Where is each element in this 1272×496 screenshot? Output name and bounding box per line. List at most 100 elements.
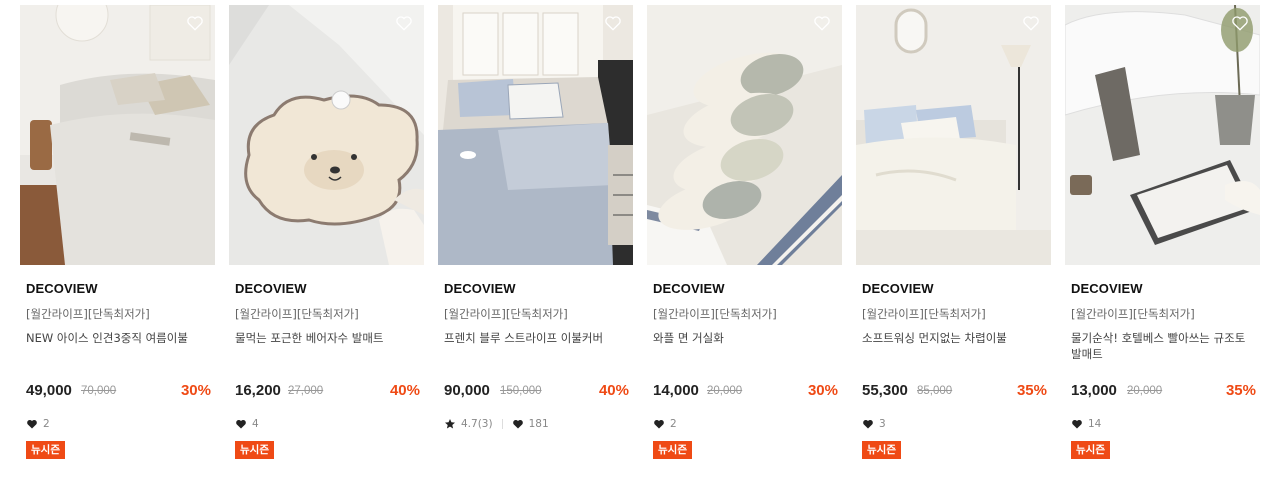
heart-icon: [235, 418, 247, 430]
product-image[interactable]: [229, 5, 424, 265]
discount-rate: 40%: [389, 382, 420, 399]
sale-price: 13,000: [1071, 382, 1117, 399]
discount-rate: 40%: [598, 382, 629, 399]
heart-outline-icon[interactable]: [603, 13, 623, 33]
price-row: 16,200 27,000 40%: [235, 382, 420, 402]
rating-value: 4.7(3): [461, 418, 493, 430]
rating: 4.7(3): [444, 418, 493, 430]
brand-name[interactable]: DECOVIEW: [653, 281, 725, 296]
product-title[interactable]: 물기순삭! 호텔베스 빨아쓰는 규조토 발매트: [1071, 330, 1256, 362]
product-card[interactable]: DECOVIEW [월간라이프][단독최저가] 물기순삭! 호텔베스 빨아쓰는 …: [1065, 5, 1260, 475]
price-row: 55,300 85,000 35%: [862, 382, 1047, 402]
sale-price: 55,300: [862, 382, 908, 399]
brand-name[interactable]: DECOVIEW: [1071, 281, 1143, 296]
heart-outline-icon[interactable]: [1021, 13, 1041, 33]
heart-icon: [862, 418, 874, 430]
bath-mat-photo: [1065, 5, 1260, 265]
likes: 2: [653, 418, 677, 430]
product-grid: DECOVIEW [월간라이프][단독최저가] NEW 아이스 인견3중직 여름…: [0, 0, 1272, 496]
bedding-photo: [856, 5, 1051, 265]
bath-mat-photo: [229, 5, 424, 265]
original-price: 70,000: [81, 385, 117, 397]
product-image[interactable]: [438, 5, 633, 265]
product-title[interactable]: 물먹는 포근한 베어자수 발매트: [235, 330, 420, 346]
like-count: 2: [670, 418, 677, 430]
promo-tags: [월간라이프][단독최저가]: [862, 307, 986, 321]
heart-icon: [512, 418, 524, 430]
product-card[interactable]: DECOVIEW [월간라이프][단독최저가] NEW 아이스 인견3중직 여름…: [20, 5, 215, 475]
discount-rate: 35%: [1225, 382, 1256, 399]
product-card[interactable]: DECOVIEW [월간라이프][단독최저가] 프렌치 블루 스트라이프 이불커…: [438, 5, 633, 475]
product-card[interactable]: DECOVIEW [월간라이프][단독최저가] 물먹는 포근한 베어자수 발매트…: [229, 5, 424, 475]
product-stats: 14: [1071, 417, 1101, 431]
heart-icon: [653, 418, 665, 430]
product-title[interactable]: 와플 면 거실화: [653, 330, 838, 346]
product-title[interactable]: 프렌치 블루 스트라이프 이불커버: [444, 330, 629, 346]
price-row: 13,000 20,000 35%: [1071, 382, 1256, 402]
likes: 2: [26, 418, 50, 430]
product-card[interactable]: DECOVIEW [월간라이프][단독최저가] 소프트워싱 먼지없는 차렵이불 …: [856, 5, 1051, 475]
bedding-photo: [438, 5, 633, 265]
promo-tags: [월간라이프][단독최저가]: [26, 307, 150, 321]
new-season-badge: 뉴시즌: [653, 441, 692, 459]
promo-tags: [월간라이프][단독최저가]: [444, 307, 568, 321]
product-stats: 3: [862, 417, 886, 431]
product-stats: 2: [653, 417, 677, 431]
bedding-photo: [20, 5, 215, 265]
heart-outline-icon[interactable]: [1230, 13, 1250, 33]
original-price: 85,000: [917, 385, 953, 397]
slippers-photo: [647, 5, 842, 265]
new-season-badge: 뉴시즌: [1071, 441, 1110, 459]
promo-tags: [월간라이프][단독최저가]: [653, 307, 777, 321]
brand-name[interactable]: DECOVIEW: [235, 281, 307, 296]
promo-tags: [월간라이프][단독최저가]: [235, 307, 359, 321]
original-price: 27,000: [288, 385, 324, 397]
like-count: 14: [1088, 418, 1102, 430]
heart-icon: [26, 418, 38, 430]
like-count: 2: [43, 418, 50, 430]
brand-name[interactable]: DECOVIEW: [862, 281, 934, 296]
sale-price: 90,000: [444, 382, 490, 399]
like-count: 4: [252, 418, 259, 430]
original-price: 150,000: [500, 385, 542, 397]
new-season-badge: 뉴시즌: [26, 441, 65, 459]
price-row: 49,000 70,000 30%: [26, 382, 211, 402]
likes: 14: [1071, 418, 1101, 430]
heart-icon: [1071, 418, 1083, 430]
discount-rate: 30%: [180, 382, 211, 399]
price-row: 90,000 150,000 40%: [444, 382, 629, 402]
product-card[interactable]: DECOVIEW [월간라이프][단독최저가] 와플 면 거실화 14,000 …: [647, 5, 842, 475]
promo-tags: [월간라이프][단독최저가]: [1071, 307, 1195, 321]
product-image[interactable]: [647, 5, 842, 265]
product-title[interactable]: NEW 아이스 인견3중직 여름이불: [26, 330, 211, 346]
product-image[interactable]: [856, 5, 1051, 265]
original-price: 20,000: [1127, 385, 1163, 397]
original-price: 20,000: [707, 385, 743, 397]
likes: 3: [862, 418, 886, 430]
product-image[interactable]: [1065, 5, 1260, 265]
brand-name[interactable]: DECOVIEW: [26, 281, 98, 296]
product-title[interactable]: 소프트워싱 먼지없는 차렵이불: [862, 330, 1047, 346]
heart-outline-icon[interactable]: [812, 13, 832, 33]
likes: 4: [235, 418, 259, 430]
heart-outline-icon[interactable]: [185, 13, 205, 33]
sale-price: 14,000: [653, 382, 699, 399]
product-image[interactable]: [20, 5, 215, 265]
price-row: 14,000 20,000 30%: [653, 382, 838, 402]
product-stats: 4.7(3) 181: [444, 417, 549, 431]
product-stats: 2: [26, 417, 50, 431]
new-season-badge: 뉴시즌: [235, 441, 274, 459]
discount-rate: 35%: [1016, 382, 1047, 399]
like-count: 3: [879, 418, 886, 430]
likes: 181: [512, 418, 549, 430]
new-season-badge: 뉴시즌: [862, 441, 901, 459]
sale-price: 16,200: [235, 382, 281, 399]
divider: [501, 419, 503, 429]
product-stats: 4: [235, 417, 259, 431]
discount-rate: 30%: [807, 382, 838, 399]
star-icon: [444, 418, 456, 430]
like-count: 181: [528, 418, 549, 430]
sale-price: 49,000: [26, 382, 72, 399]
heart-outline-icon[interactable]: [394, 13, 414, 33]
brand-name[interactable]: DECOVIEW: [444, 281, 516, 296]
